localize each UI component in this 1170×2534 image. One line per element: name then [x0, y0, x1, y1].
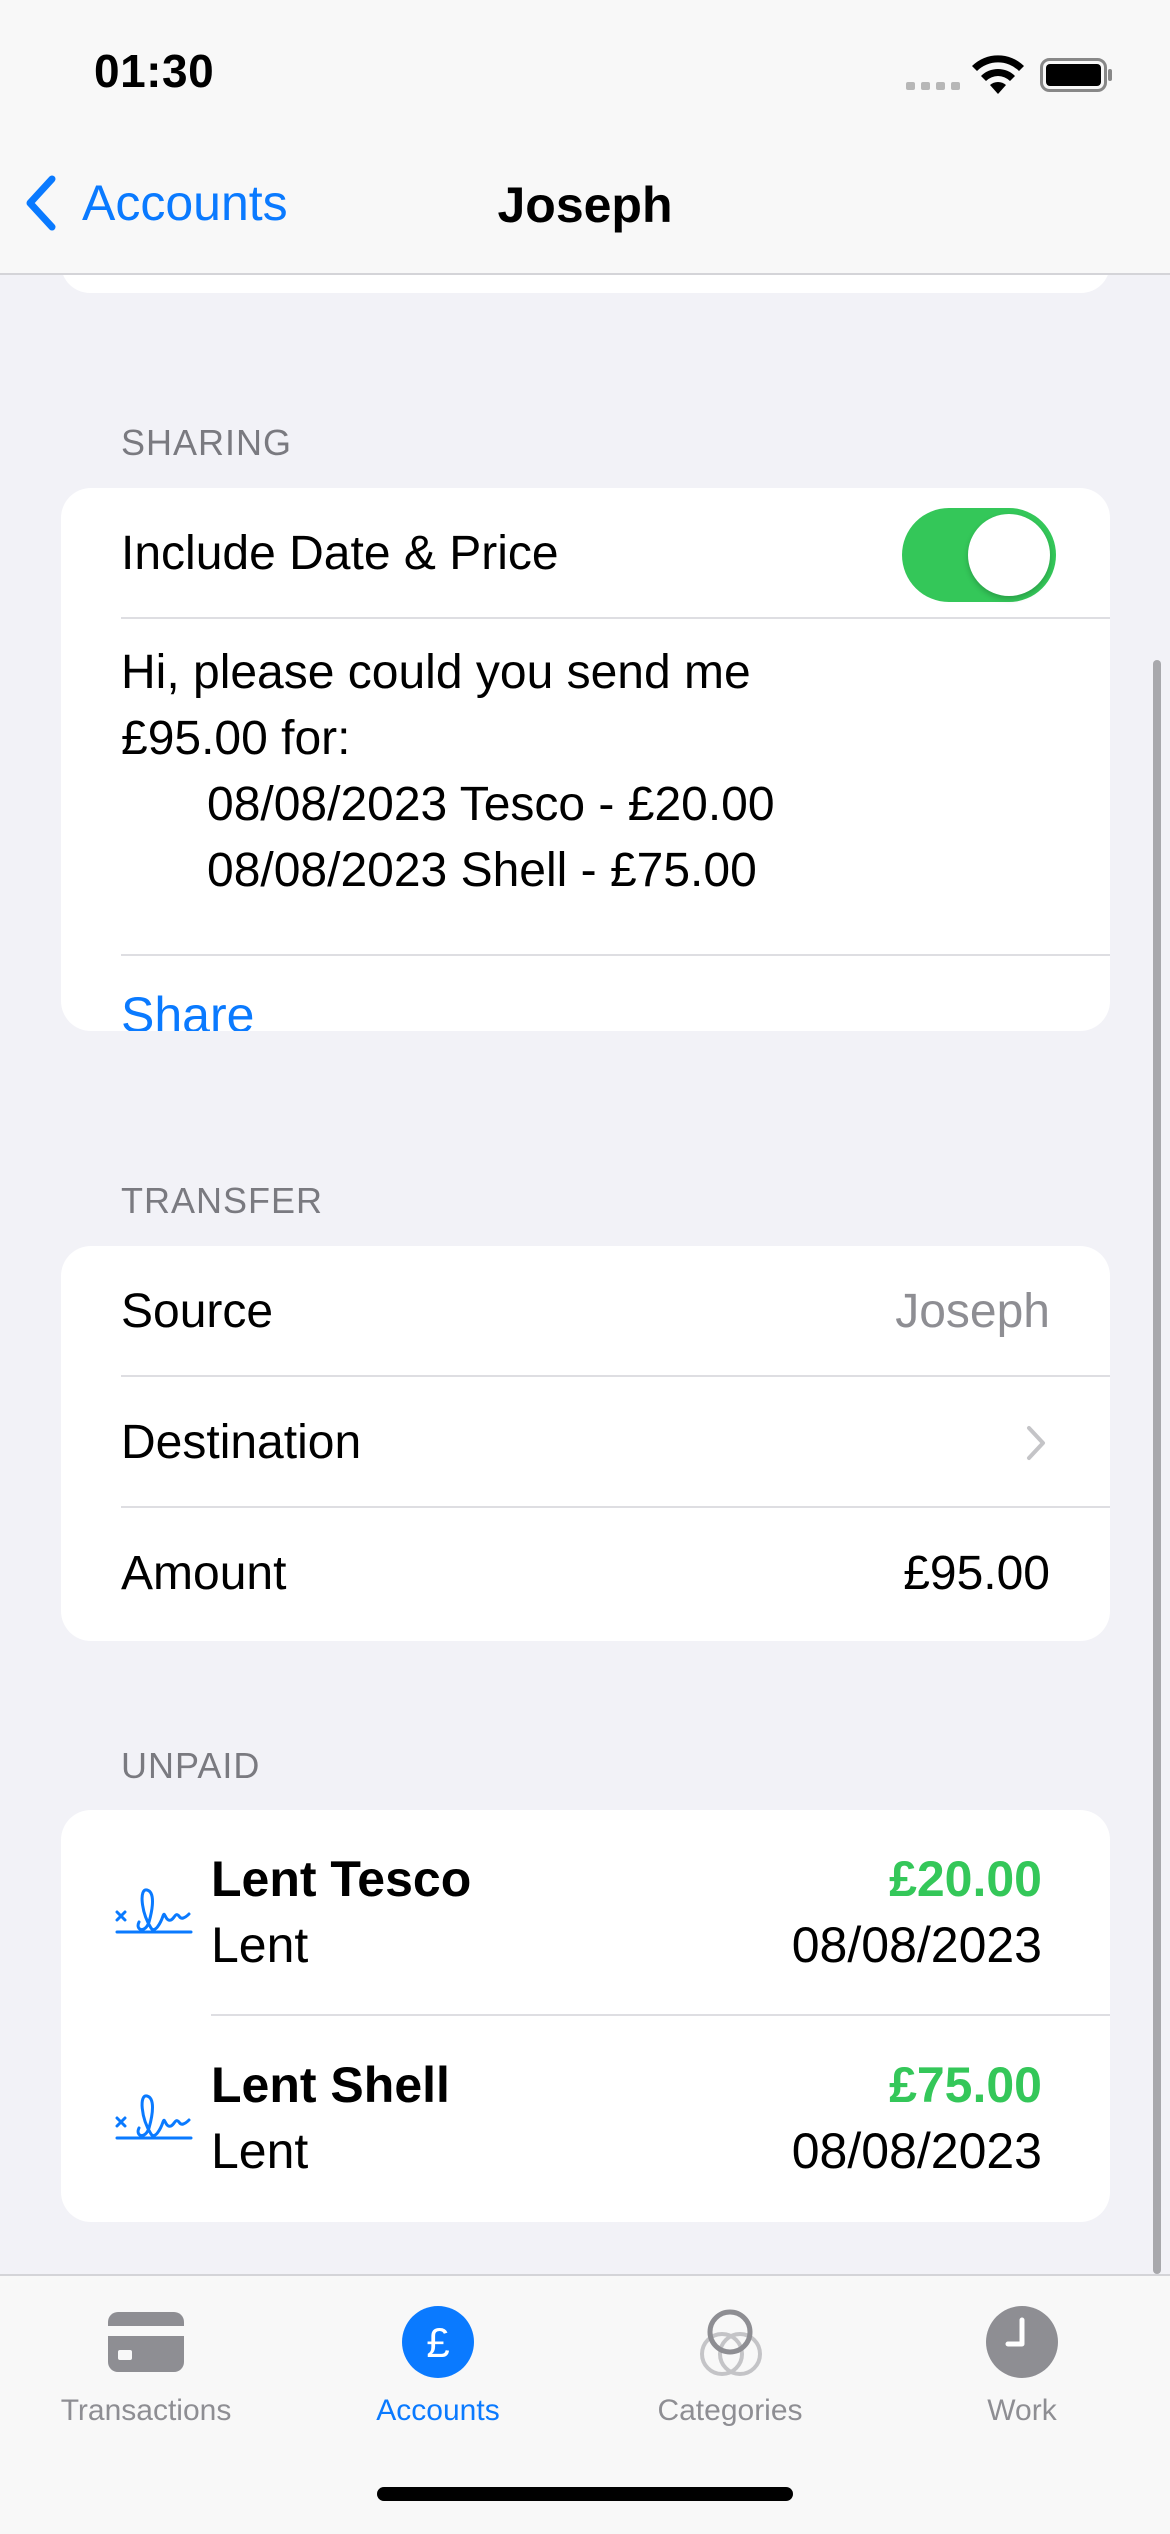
- message-line: 08/08/2023 Shell - £75.00: [207, 844, 757, 897]
- unpaid-item-title: Lent Tesco: [211, 1851, 472, 1907]
- divider: [121, 954, 1110, 956]
- wifi-icon: [972, 55, 1024, 94]
- unpaid-item[interactable]: Lent Shell Lent £75.00 08/08/2023: [61, 2016, 1110, 2222]
- navigation-bar: Accounts Joseph: [0, 140, 1170, 275]
- unpaid-item-amount: £20.00: [889, 1851, 1042, 1907]
- content-scroll-area[interactable]: SHARING Include Date & Price Hi, please …: [0, 275, 1170, 2275]
- battery-icon: [1040, 58, 1112, 92]
- status-time: 01:30: [94, 45, 215, 97]
- clock-icon: [986, 2306, 1058, 2378]
- unpaid-item-subtitle: Lent: [211, 2123, 309, 2179]
- include-date-price-toggle[interactable]: [902, 508, 1056, 602]
- include-date-price-label: Include Date & Price: [121, 527, 559, 580]
- credit-card-icon: [108, 2312, 184, 2372]
- tab-transactions[interactable]: Transactions: [0, 2302, 292, 2428]
- tab-label: Work: [987, 2394, 1057, 2427]
- previous-section-card: [61, 275, 1110, 293]
- sharing-section-header: SHARING: [121, 422, 293, 463]
- message-line: 08/08/2023 Tesco - £20.00: [207, 778, 775, 831]
- message-line: Hi, please could you send me: [121, 646, 751, 699]
- unpaid-item-date: 08/08/2023: [791, 1917, 1042, 1973]
- svg-text:£: £: [426, 2319, 449, 2366]
- destination-row[interactable]: Destination: [61, 1377, 1110, 1508]
- tab-label: Accounts: [376, 2394, 500, 2427]
- share-button[interactable]: Share: [121, 986, 254, 1031]
- unpaid-item-title: Lent Shell: [211, 2057, 450, 2113]
- amount-label: Amount: [121, 1547, 287, 1600]
- signature-icon: [115, 2094, 193, 2140]
- source-row[interactable]: Source Joseph: [61, 1246, 1110, 1377]
- unpaid-item-amount: £75.00: [889, 2057, 1042, 2113]
- amount-row[interactable]: Amount £95.00: [61, 1508, 1110, 1639]
- amount-value: £95.00: [903, 1547, 1050, 1600]
- status-bar: 01:30: [0, 0, 1170, 140]
- share-message: Hi, please could you send me £95.00 for:…: [121, 640, 1081, 904]
- tab-categories[interactable]: Categories: [584, 2302, 876, 2428]
- toggle-knob: [968, 514, 1050, 596]
- sharing-card: Include Date & Price Hi, please could yo…: [61, 488, 1110, 1031]
- tab-work[interactable]: Work: [876, 2302, 1168, 2428]
- scroll-indicator: [1153, 660, 1161, 2274]
- signature-icon: [115, 1888, 193, 1934]
- include-date-price-row: Include Date & Price: [61, 488, 1110, 619]
- source-label: Source: [121, 1285, 274, 1338]
- page-title: Joseph: [497, 177, 673, 233]
- home-indicator: [377, 2487, 793, 2501]
- transfer-card: Source Joseph Destination Amount £95.00: [61, 1246, 1110, 1641]
- categories-icon: [700, 2309, 762, 2376]
- chevron-right-icon: [1027, 1426, 1045, 1460]
- unpaid-card: Lent Tesco Lent £20.00 08/08/2023 Lent S…: [61, 1810, 1110, 2222]
- unpaid-item-subtitle: Lent: [211, 1917, 309, 1973]
- message-line: £95.00 for:: [121, 712, 351, 765]
- pound-icon: £: [402, 2306, 474, 2378]
- unpaid-section-header: UNPAID: [121, 1745, 261, 1786]
- tab-accounts[interactable]: £ Accounts: [292, 2302, 584, 2428]
- destination-label: Destination: [121, 1416, 362, 1469]
- source-value: Joseph: [895, 1285, 1050, 1338]
- divider: [121, 617, 1110, 619]
- unpaid-item-date: 08/08/2023: [791, 2123, 1042, 2179]
- tab-label: Transactions: [60, 2394, 232, 2427]
- tab-label: Categories: [657, 2394, 803, 2427]
- unpaid-item[interactable]: Lent Tesco Lent £20.00 08/08/2023: [61, 1810, 1110, 2016]
- transfer-section-header: TRANSFER: [121, 1180, 324, 1221]
- cellular-signal-icon: [906, 82, 960, 90]
